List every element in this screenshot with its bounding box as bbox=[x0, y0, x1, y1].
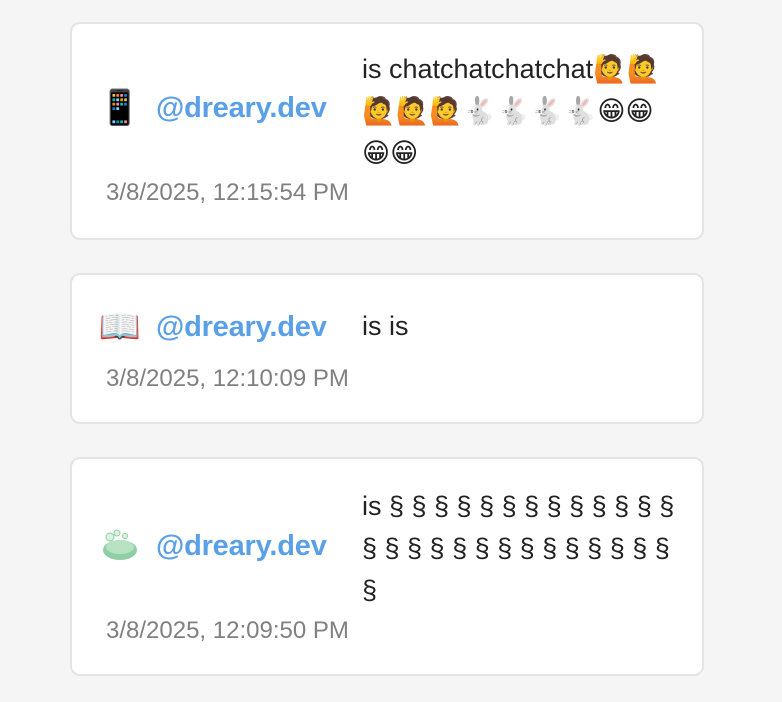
post-timestamp: 3/8/2025, 12:15:54 PM bbox=[106, 179, 349, 206]
post-timestamp: 3/8/2025, 12:09:50 PM bbox=[106, 617, 349, 644]
open-book-icon: 📖 bbox=[98, 308, 142, 346]
author-handle[interactable]: @dreary.dev bbox=[156, 92, 327, 125]
post-feed: 📱 @dreary.dev is chatchatchatchat🙋🙋🙋🙋🙋🐇🐇… bbox=[0, 0, 782, 702]
post-header: @dreary.dev bbox=[98, 524, 343, 568]
mobile-phone-icon: 📱 bbox=[98, 89, 142, 127]
post-message: is chatchatchatchat🙋🙋🙋🙋🙋🐇🐇🐇🐇😁😁😁😁 bbox=[362, 54, 661, 168]
post-card[interactable]: @dreary.dev is § § § § § § § § § § § § §… bbox=[70, 457, 704, 676]
soap-icon bbox=[98, 524, 142, 568]
post-card[interactable]: 📖 @dreary.dev is is 3/8/2025, 12:10:09 P… bbox=[70, 273, 704, 424]
post-card[interactable]: 📱 @dreary.dev is chatchatchatchat🙋🙋🙋🙋🙋🐇🐇… bbox=[70, 22, 704, 240]
post-header: 📱 @dreary.dev bbox=[98, 86, 343, 130]
post-header: 📖 @dreary.dev bbox=[98, 305, 343, 349]
author-handle[interactable]: @dreary.dev bbox=[156, 530, 327, 563]
post-message: is is bbox=[362, 311, 409, 341]
post-timestamp: 3/8/2025, 12:10:09 PM bbox=[106, 365, 349, 392]
soap-icon-graphic bbox=[103, 529, 137, 560]
author-handle[interactable]: @dreary.dev bbox=[156, 311, 327, 344]
post-message: is § § § § § § § § § § § § § § § § § § §… bbox=[362, 491, 675, 605]
